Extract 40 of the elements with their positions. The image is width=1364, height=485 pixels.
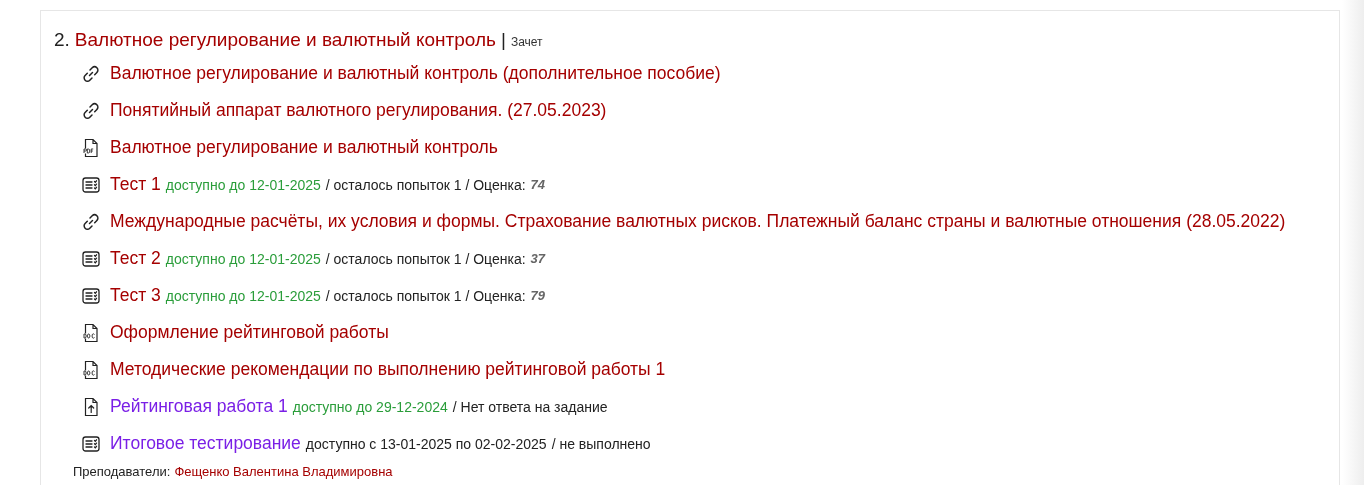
grade-value: 79 [530,288,546,303]
link-icon [81,63,101,84]
activity-link[interactable]: Рейтинговая работа 1 [110,396,288,417]
link-icon [81,100,101,121]
activity-link[interactable]: Валютное регулирование и валютный контроль (дополнительное пособие) [110,63,721,84]
activity-link[interactable]: Тест 2 [110,248,161,269]
availability-text: доступно до 12-01-2025 [165,287,321,304]
status-text: / осталось попыток 1 / Оценка: [325,287,526,304]
teachers-label: Преподаватели: [73,464,171,479]
checklist-icon [81,174,101,195]
grade-value: 74 [530,177,546,192]
activity-link[interactable]: Тест 1 [110,174,161,195]
activity-link[interactable]: Тест 3 [110,285,161,306]
activity-link[interactable]: Международные расчёты, их условия и формы. Страхование валютных рисков. Платежный баланс страны и валютные отношения (28.05.2022) [110,211,1286,232]
pdf-file-icon [81,137,101,158]
separator: | [501,29,506,51]
activity-link[interactable]: Оформление рейтинговой работы [110,322,389,343]
checklist-icon [81,248,101,269]
assessment-type: Зачет [510,35,543,49]
grade-value: 37 [530,251,546,266]
status-text: / осталось попыток 1 / Оценка: [325,250,526,267]
availability-text: доступно до 12-01-2025 [165,176,321,193]
status-text: / Нет ответа на задание [452,398,608,415]
checklist-icon [81,285,101,306]
availability-text: доступно с 13-01-2025 по 02-02-2025 [305,435,547,452]
availability-text: доступно до 29-12-2024 [292,398,448,415]
activity-link[interactable]: Итоговое тестирование [110,433,301,454]
teacher-name-link[interactable]: Фещенко Валентина Владимировна [174,464,393,479]
doc-file-icon [81,359,101,380]
activity-link[interactable]: Методические рекомендации по выполнению рейтинговой работы 1 [110,359,666,380]
availability-text: доступно до 12-01-2025 [165,250,321,267]
checklist-icon [81,433,101,454]
status-text: / не выполнено [551,435,651,452]
doc-file-icon [81,322,101,343]
activity-link[interactable]: Валютное регулирование и валютный контроль [110,137,498,158]
link-icon [81,211,101,232]
section-title-link[interactable]: Валютное регулирование и валютный контроль [74,29,496,51]
status-text: / осталось попыток 1 / Оценка: [325,176,526,193]
activity-link[interactable]: Понятийный аппарат валютного регулирования. (27.05.2023) [110,100,607,121]
section-number: 2. [54,29,70,51]
